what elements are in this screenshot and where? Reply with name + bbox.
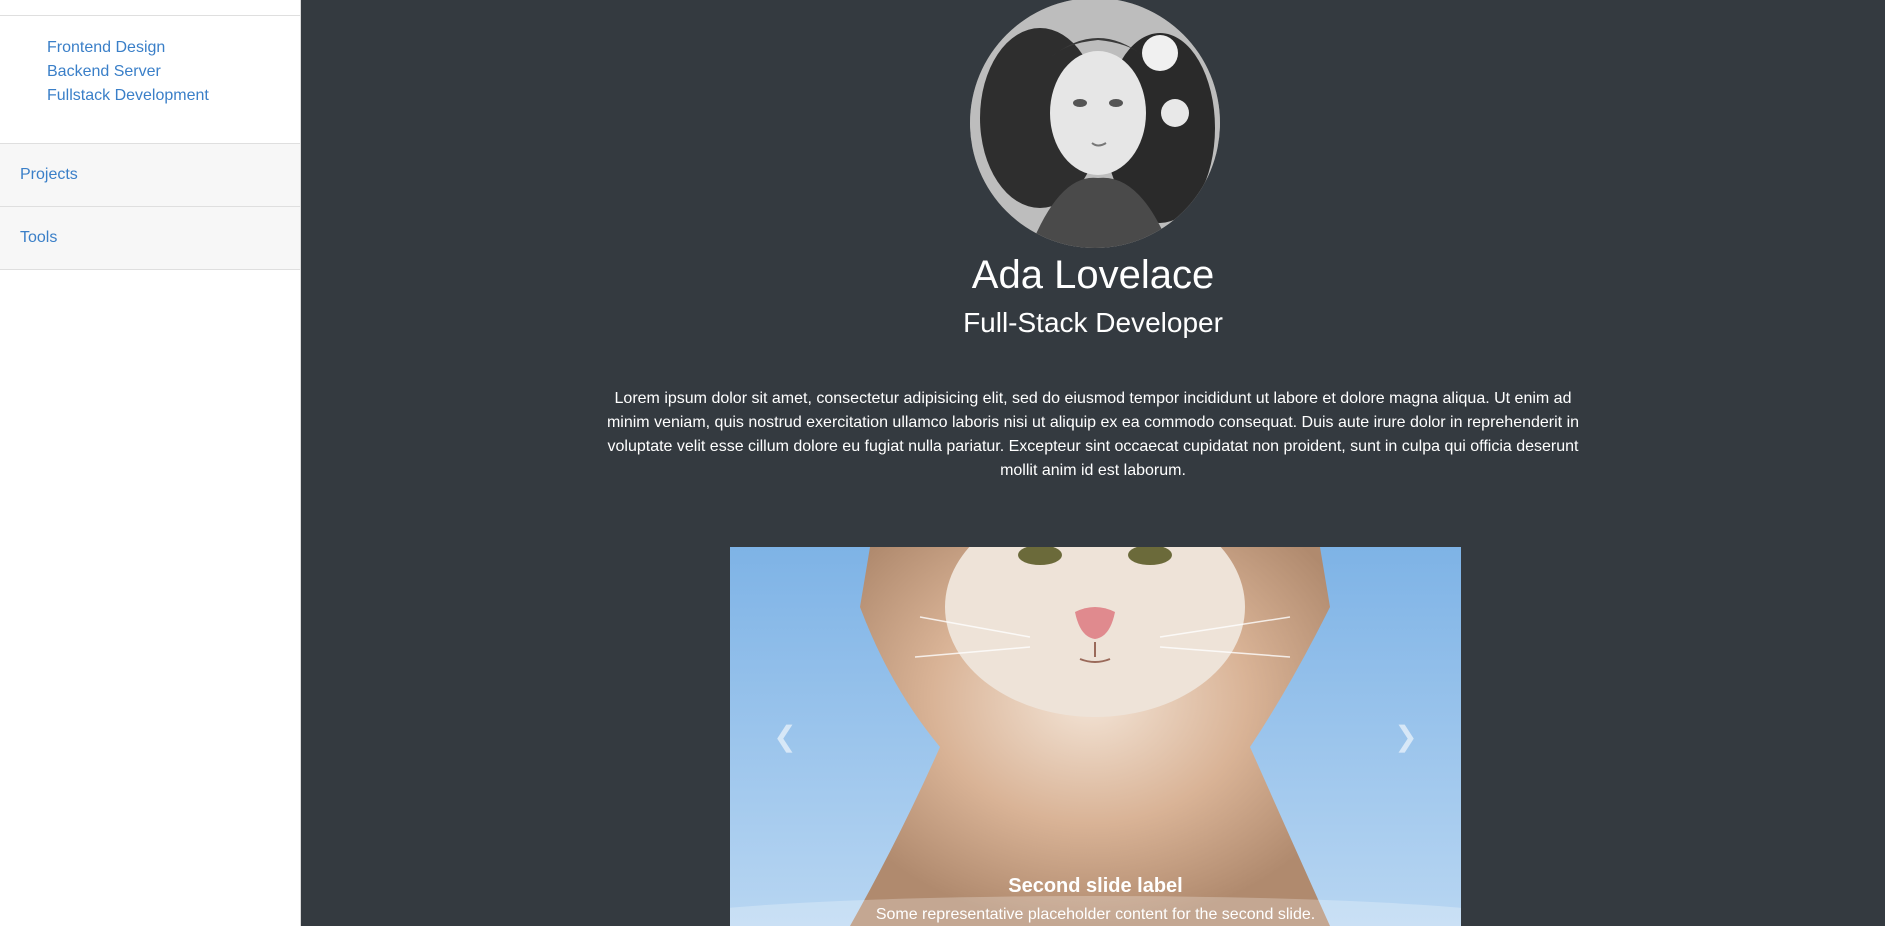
avatar <box>970 0 1220 248</box>
sidebar-link-tools[interactable]: Tools <box>20 229 57 246</box>
carousel-next-button[interactable]: ❯ <box>1351 547 1461 926</box>
profile-name: Ada Lovelace <box>971 253 1215 297</box>
chevron-left-icon: ❮ <box>773 721 797 752</box>
carousel-caption-text: Some representative placeholder content … <box>875 906 1316 923</box>
submenu-link-backend-server[interactable]: Backend Server <box>47 63 161 80</box>
sidebar-divider <box>0 15 300 16</box>
submenu-link-fullstack-development[interactable]: Fullstack Development <box>47 87 209 104</box>
portrait-image <box>970 0 1220 248</box>
sidebar-section-tools[interactable]: Tools <box>0 206 300 269</box>
sidebar-divider <box>0 269 300 270</box>
submenu-item: Backend Server <box>47 60 209 84</box>
profile-title: Full-Stack Developer <box>963 307 1223 338</box>
sidebar: Frontend Design Backend Server Fullstack… <box>0 0 301 926</box>
carousel-caption-title: Second slide label <box>1008 875 1183 897</box>
submenu-item: Fullstack Development <box>47 84 209 108</box>
chevron-right-icon: ❯ <box>1394 721 1418 752</box>
carousel-prev-button[interactable]: ❮ <box>730 547 840 926</box>
sidebar-link-projects[interactable]: Projects <box>20 166 78 183</box>
carousel-caption: Second slide label Some representative p… <box>730 872 1461 926</box>
profile-bio: Lorem ipsum dolor sit amet, consectetur … <box>606 390 1580 479</box>
submenu-item: Frontend Design <box>47 36 209 60</box>
image-carousel: ❮ ❯ Second slide label Some representati… <box>730 547 1461 926</box>
main-content: Ada Lovelace Full-Stack Developer Lorem … <box>301 0 1885 926</box>
sidebar-section-projects[interactable]: Projects <box>0 143 300 206</box>
submenu-link-frontend-design[interactable]: Frontend Design <box>47 39 165 56</box>
skills-submenu: Frontend Design Backend Server Fullstack… <box>47 36 209 108</box>
